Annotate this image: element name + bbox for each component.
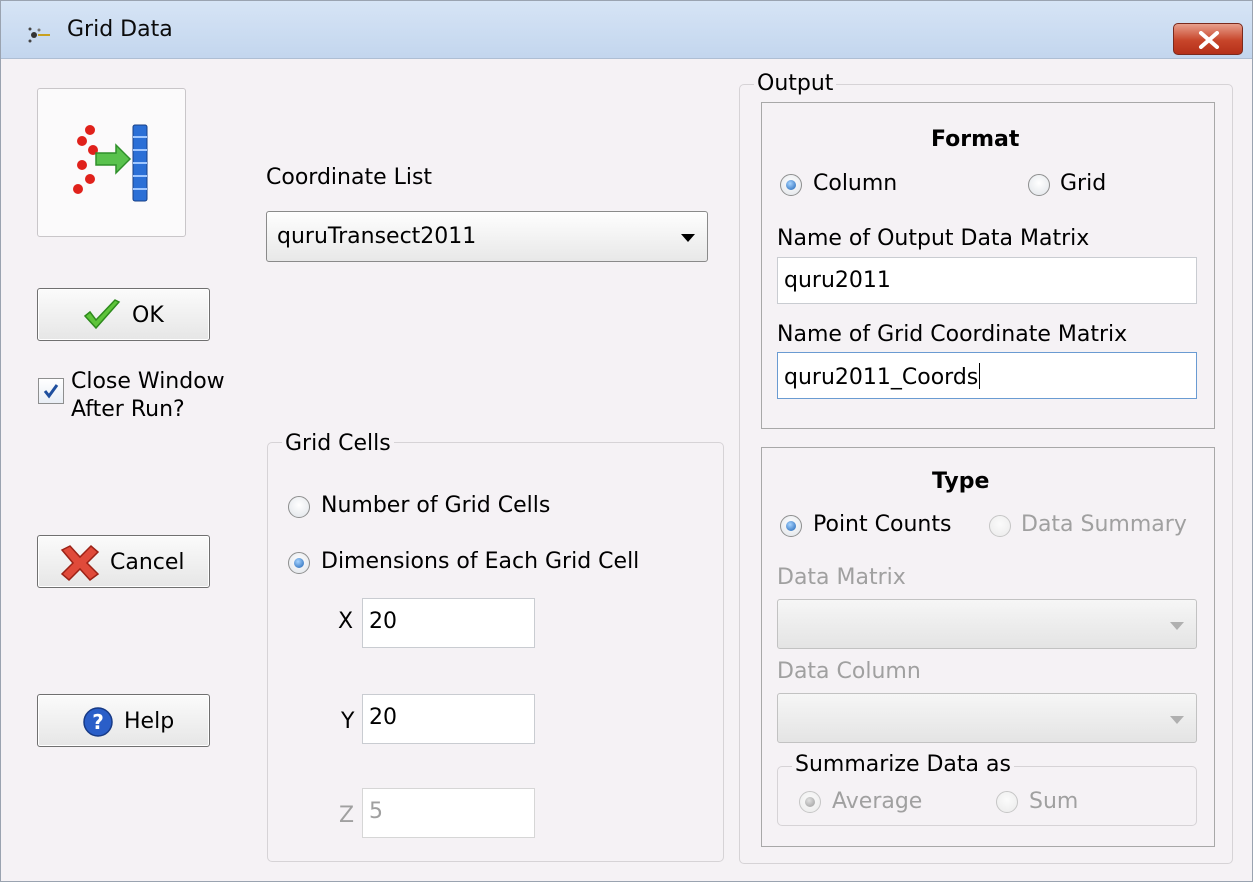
- data-column-dropdown: [777, 693, 1197, 743]
- tool-icon-tile: [37, 88, 186, 237]
- grid-radio[interactable]: [1028, 174, 1050, 196]
- grid-coordinate-matrix-value: quru2011_Coords: [784, 363, 981, 390]
- z-value: 5: [369, 799, 383, 824]
- checkmark-icon: [83, 299, 121, 330]
- text-caret: [979, 363, 981, 389]
- chevron-down-icon: [1170, 622, 1184, 630]
- y-value: 20: [369, 705, 397, 730]
- x-value: 20: [369, 609, 397, 634]
- output-data-matrix-label: Name of Output Data Matrix: [777, 226, 1090, 251]
- close-icon: [1199, 31, 1219, 49]
- output-data-matrix-value: quru2011: [784, 268, 891, 293]
- ok-label: OK: [132, 303, 164, 328]
- chevron-down-icon: [681, 234, 695, 242]
- z-input: 5: [362, 788, 535, 838]
- help-icon: ?: [83, 707, 113, 737]
- cancel-button[interactable]: Cancel: [37, 535, 210, 588]
- coordinate-list-label: Coordinate List: [266, 165, 433, 190]
- x-label: X: [338, 609, 354, 634]
- z-label: Z: [339, 803, 355, 828]
- close-window-label-line2: After Run?: [71, 397, 185, 422]
- average-radio[interactable]: [799, 791, 821, 813]
- data-summary-radio[interactable]: [989, 515, 1011, 537]
- data-summary-label: Data Summary: [1021, 512, 1187, 537]
- grid-coordinate-matrix-input[interactable]: quru2011_Coords: [777, 352, 1197, 399]
- help-button[interactable]: ? Help: [37, 694, 210, 747]
- type-title: Type: [932, 469, 990, 494]
- x-input[interactable]: 20: [362, 598, 535, 648]
- grid-coordinate-matrix-label: Name of Grid Coordinate Matrix: [777, 322, 1128, 347]
- point-counts-label: Point Counts: [813, 512, 952, 537]
- chevron-down-icon: [1170, 716, 1184, 724]
- output-title: Output: [754, 71, 837, 96]
- average-label: Average: [832, 789, 923, 814]
- svg-text:?: ?: [92, 710, 104, 734]
- grid-cells-title: Grid Cells: [282, 431, 394, 456]
- close-window-label-line1: Close Window: [71, 369, 225, 394]
- coordinate-list-value: quruTransect2011: [277, 224, 477, 249]
- title-bar[interactable]: Grid Data: [1, 1, 1252, 59]
- number-of-grid-cells-label: Number of Grid Cells: [321, 493, 551, 518]
- coordinate-list-dropdown[interactable]: quruTransect2011: [266, 211, 708, 262]
- points-to-grid-icon: [73, 124, 148, 202]
- point-counts-radio[interactable]: [780, 515, 802, 537]
- sum-radio[interactable]: [996, 791, 1018, 813]
- column-label: Column: [813, 171, 898, 196]
- data-column-label: Data Column: [777, 659, 921, 684]
- y-label: Y: [341, 709, 355, 734]
- ok-button[interactable]: OK: [37, 288, 210, 341]
- data-matrix-dropdown: [777, 599, 1197, 649]
- grid-data-app-icon: [27, 25, 51, 43]
- number-of-grid-cells-radio[interactable]: [288, 496, 310, 518]
- close-window-checkbox[interactable]: [38, 378, 64, 404]
- column-radio[interactable]: [780, 174, 802, 196]
- help-label: Help: [124, 709, 175, 734]
- checkmark-icon: [43, 384, 59, 399]
- sum-label: Sum: [1029, 789, 1079, 814]
- output-data-matrix-input[interactable]: quru2011: [777, 257, 1197, 304]
- cancel-label: Cancel: [110, 550, 185, 575]
- format-title: Format: [931, 127, 1020, 152]
- y-input[interactable]: 20: [362, 694, 535, 744]
- grid-data-dialog: Grid Data OK Close Window After Run? Can…: [0, 0, 1253, 882]
- dimensions-radio[interactable]: [288, 552, 310, 574]
- summarize-title: Summarize Data as: [792, 752, 1014, 777]
- dimensions-label: Dimensions of Each Grid Cell: [321, 549, 640, 574]
- data-matrix-label: Data Matrix: [777, 565, 906, 590]
- grid-label: Grid: [1060, 171, 1107, 196]
- window-title: Grid Data: [67, 17, 173, 42]
- close-button[interactable]: [1173, 23, 1243, 55]
- red-x-icon: [60, 544, 100, 582]
